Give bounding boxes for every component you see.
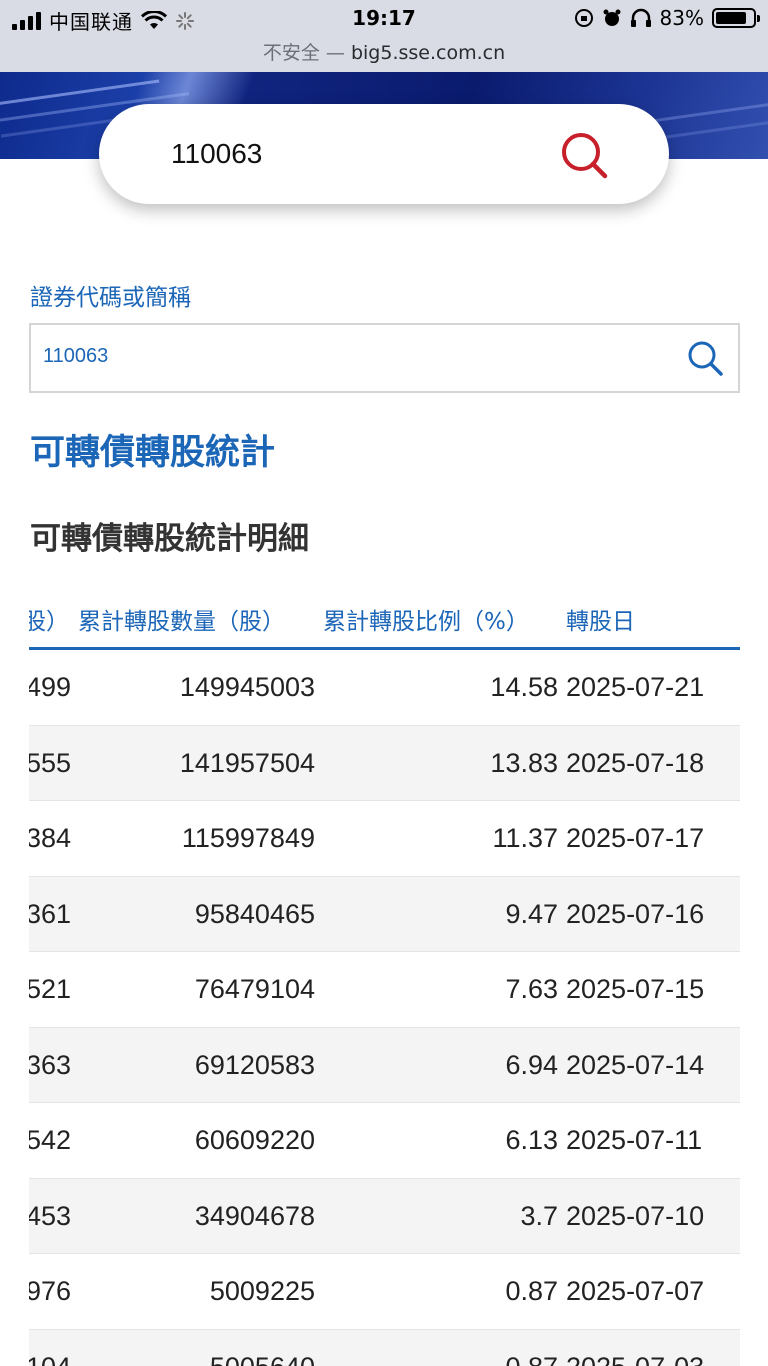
code-field-label: 證券代碼或簡稱	[30, 285, 191, 311]
table-row: 499 149945003 14.58 2025-07-21	[29, 650, 740, 726]
cell-cumulative-ratio: 11.37	[492, 823, 558, 853]
cell-partial: 542	[29, 1125, 71, 1155]
hero-search-bar[interactable]: 110063	[99, 104, 669, 204]
table-body: 499 149945003 14.58 2025-07-21 555 141957504 1…	[29, 650, 740, 1366]
cell-cumulative-ratio: 13.83	[490, 747, 558, 778]
section-title: 可轉債轉股統計明細	[30, 521, 309, 557]
conversion-table[interactable]: 股） 累計轉股數量（股） 累計轉股比例（%） 轉股日 499 149945003 1…	[29, 586, 740, 1366]
battery-percent: 83%	[659, 6, 704, 30]
cell-partial: 499	[29, 672, 71, 702]
cell-cumulative-shares: 149945003	[179, 672, 315, 702]
column-header-date: 轉股日	[566, 609, 635, 635]
cell-partial: 361	[29, 898, 71, 929]
cell-cumulative-ratio: 14.58	[490, 672, 558, 702]
battery-icon	[712, 8, 760, 28]
cell-cumulative-shares: 5009225	[209, 1276, 315, 1306]
cell-cumulative-ratio: 3.7	[520, 1200, 558, 1231]
orientation-lock-icon	[574, 9, 593, 27]
cell-cumulative-ratio: 6.13	[505, 1125, 558, 1155]
cell-date: 2025-07-16	[566, 898, 705, 929]
code-input-value[interactable]: 110063	[43, 345, 108, 368]
cell-cumulative-shares: 34904678	[194, 1200, 315, 1231]
cell-partial: 453	[29, 1200, 71, 1231]
cell-cumulative-ratio: 0.87	[359, 1352, 558, 1366]
security-warning: 不安全 —	[262, 42, 345, 64]
cell-cumulative-shares: 76479104	[194, 974, 315, 1004]
url-host: big5.sse.com.cn	[350, 42, 506, 64]
cell-partial: 555	[29, 747, 71, 778]
table-row: 976 5009225 0.87 2025-07-07	[29, 1254, 740, 1330]
cell-partial: 521	[29, 974, 71, 1004]
cell-date: 2025-07-11	[566, 1125, 703, 1155]
table-header: 股） 累計轉股數量（股） 累計轉股比例（%） 轉股日	[29, 586, 740, 650]
table-row: 361 95840465 9.47 2025-07-16	[29, 876, 740, 952]
cell-partial: 363	[29, 1049, 71, 1080]
table-row: 104 5005640 0.87 2025-07-03	[29, 1329, 740, 1366]
cell-date: 2025-07-10	[566, 1200, 705, 1231]
alarm-icon	[603, 9, 621, 26]
cell-cumulative-shares: 60609220	[194, 1125, 315, 1155]
table-row: 542 60609220 6.13 2025-07-11	[29, 1103, 740, 1179]
column-header-cumulative-shares: 累計轉股數量（股）	[78, 609, 285, 635]
search-icon[interactable]	[559, 130, 609, 180]
cell-cumulative-shares: 69120583	[194, 1049, 315, 1080]
cell-cumulative-shares: 115997849	[181, 823, 315, 853]
page-title: 可轉債轉股統計	[30, 433, 276, 473]
hero-search-value[interactable]: 110063	[171, 138, 262, 170]
cell-partial: 384	[29, 823, 71, 853]
address-bar[interactable]: 不安全 — big5.sse.com.cn	[0, 38, 768, 65]
cell-date: 2025-07-14	[566, 1049, 705, 1080]
cell-cumulative-ratio: 9.47	[505, 898, 558, 929]
cell-partial: 976	[29, 1276, 71, 1306]
table-row: 363 69120583 6.94 2025-07-14	[29, 1027, 740, 1103]
table-row: 384 115997849 11.37 2025-07-17	[29, 801, 740, 877]
cell-date: 2025-07-07	[566, 1276, 705, 1306]
cell-cumulative-shares: 95840465	[194, 898, 315, 929]
cell-cumulative-ratio: 7.63	[505, 974, 558, 1004]
cell-cumulative-ratio: 6.94	[505, 1049, 558, 1080]
cell-cumulative-shares: 5005640	[129, 1352, 315, 1366]
table-row: 555 141957504 13.83 2025-07-18	[29, 725, 740, 801]
headphones-icon	[630, 8, 651, 27]
cell-date: 2025-07-03	[566, 1352, 704, 1366]
cell-cumulative-shares: 141957504	[179, 747, 315, 778]
cell-partial: 104	[29, 1352, 71, 1366]
cell-date: 2025-07-18	[566, 747, 705, 778]
cell-date: 2025-07-15	[566, 974, 705, 1004]
cell-date: 2025-07-21	[566, 672, 705, 702]
table-row: 453 34904678 3.7 2025-07-10	[29, 1178, 740, 1254]
table-row: 521 76479104 7.63 2025-07-15	[29, 952, 740, 1028]
cell-cumulative-ratio: 0.87	[505, 1276, 558, 1306]
column-header-cumulative-ratio: 累計轉股比例（%）	[323, 609, 529, 635]
search-icon[interactable]	[686, 339, 724, 377]
column-header-partial: 股）	[29, 609, 69, 635]
status-bar: 中国联通 19:17 83%	[0, 0, 768, 38]
code-input[interactable]: 110063	[29, 323, 740, 393]
browser-chrome: 中国联通 19:17 83% 不安全 — big5.sse.com.cn	[0, 0, 768, 72]
cell-date: 2025-07-17	[566, 823, 705, 853]
